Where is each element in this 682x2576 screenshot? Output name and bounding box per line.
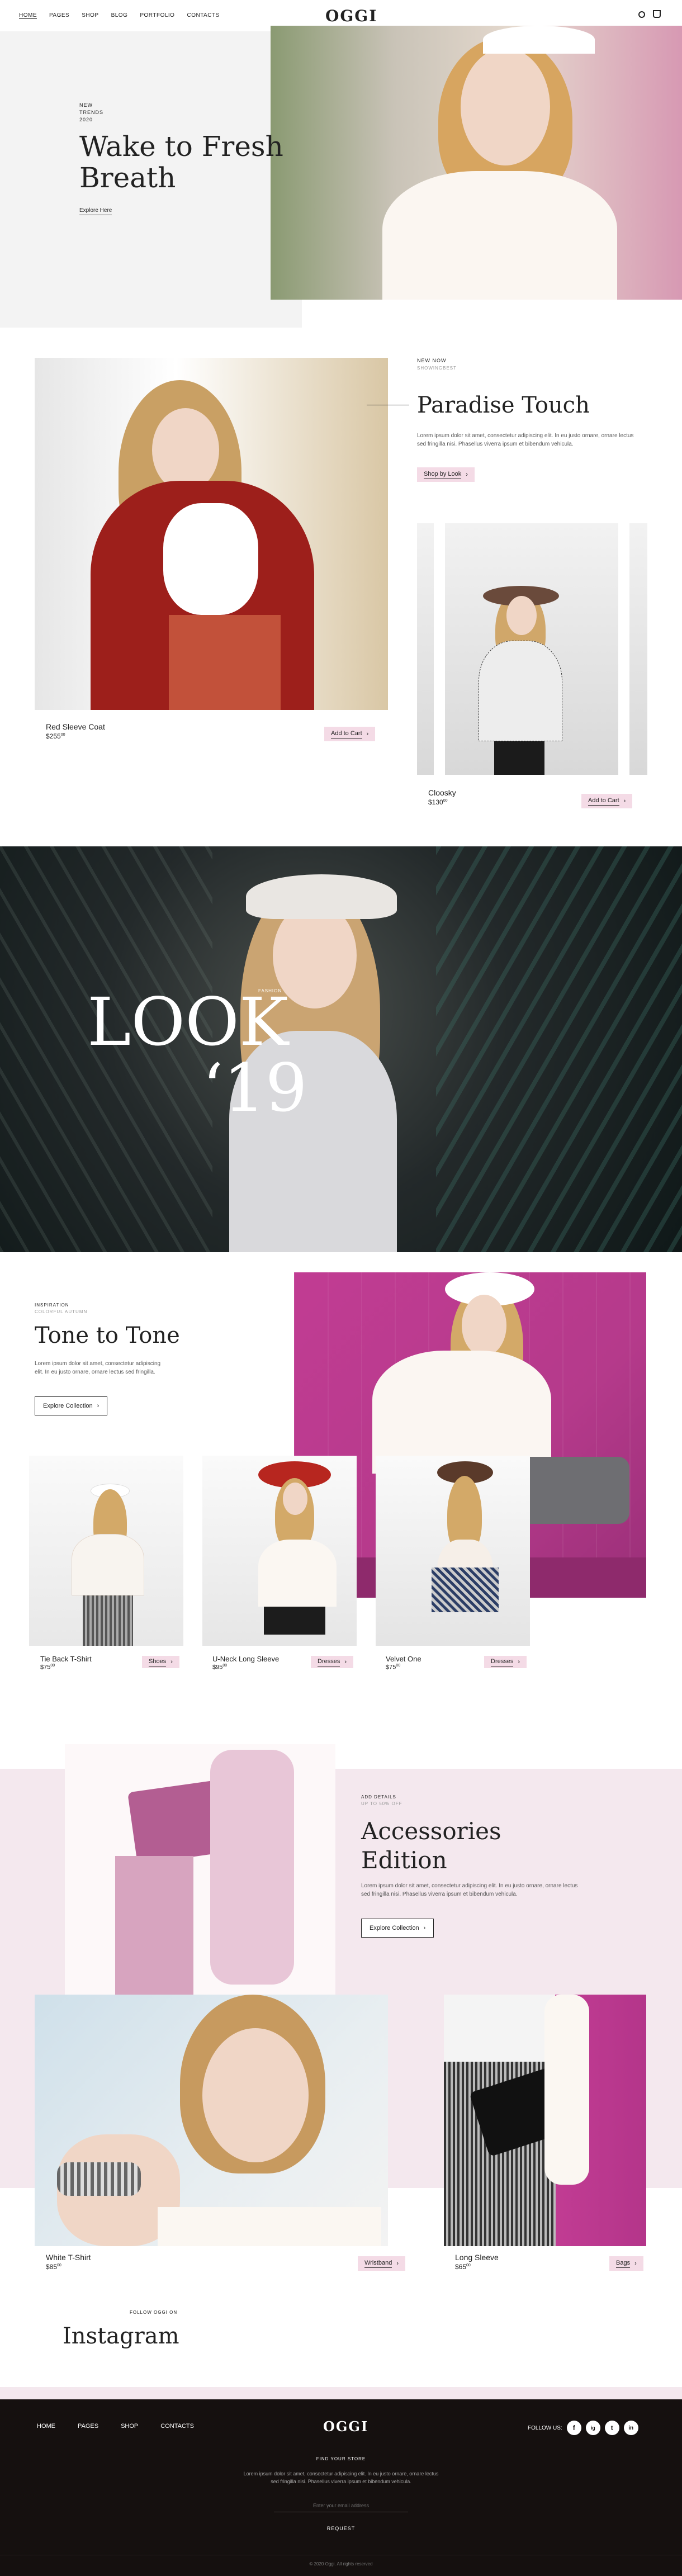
accessories-feature-image [65,1744,335,1997]
accessories-eyebrow: ADD DETAILS [361,1794,396,1800]
banner-title: LOOK [87,983,288,1060]
category-button[interactable]: Dresses › [484,1656,527,1668]
product-price: $8500 [46,2263,61,2271]
facebook-icon[interactable]: f [566,2421,581,2435]
product-price: $13000 [428,798,448,806]
product-price: $7500 [40,1664,55,1671]
product-name: Red Sleeve Coat [46,722,105,731]
arrow-right-icon: › [518,1659,520,1665]
explore-collection-button[interactable]: Explore Collection › [35,1396,108,1415]
footer: HOME PAGES SHOP CONTACTS OGGI FOLLOW US:… [0,2387,682,2576]
product-name: Cloosky [428,788,456,797]
tone-section: INSPIRATION COLORFUL AUTUMN Tone to Tone… [0,1272,682,1697]
paradise-subtitle: SHOWINGBEST [417,366,457,371]
arrow-right-icon: › [366,731,369,737]
product-price: $7500 [386,1664,401,1671]
instagram-icon[interactable]: ig [585,2421,600,2435]
nav-pages[interactable]: PAGES [49,12,69,19]
nav-shop[interactable]: SHOP [82,12,98,19]
instagram-eyebrow: FOLLOW OGGI ON [130,2310,178,2315]
footer-nav-pages[interactable]: PAGES [78,2423,98,2430]
paradise-eyebrow: NEW NOW [417,358,447,363]
search-icon[interactable] [638,11,645,18]
cart-icon[interactable] [653,10,661,18]
arrow-right-icon: › [97,1403,100,1409]
nav-portfolio[interactable]: PORTFOLIO [140,12,174,19]
linkedin-icon[interactable]: in [623,2421,638,2435]
category-button[interactable]: Bags › [609,2256,643,2271]
product-name: U-Neck Long Sleeve [212,1655,280,1663]
paradise-text: Lorem ipsum dolor sit amet, consectetur … [417,433,634,447]
arrow-right-icon: › [396,2260,399,2267]
tone-title: Tone to Tone [35,1323,180,1348]
tone-subtitle: COLORFUL AUTUMN [35,1309,88,1314]
product-image-velvet [376,1456,530,1646]
find-store-title: FIND YOUR STORE [316,2456,366,2461]
product-image-white-tshirt [35,1995,388,2246]
footer-nav-home[interactable]: HOME [37,2423,55,2430]
footer-nav-shop[interactable]: SHOP [121,2423,138,2430]
product-image-long-sleeve [444,1995,646,2246]
footer-nav-contacts[interactable]: CONTACTS [160,2423,194,2430]
product-price: $6500 [455,2263,471,2271]
footer-nav: HOME PAGES SHOP CONTACTS [37,2423,216,2430]
product-price: $9500 [212,1664,228,1671]
nav-contacts[interactable]: CONTACTS [187,12,219,19]
add-to-cart-button[interactable]: Add to Cart › [324,727,376,741]
twitter-icon[interactable]: t [604,2421,619,2435]
footer-logo[interactable]: OGGI [323,2418,368,2435]
follow-label: FOLLOW US: [528,2425,562,2431]
hero-explore-link[interactable]: Explore Here [79,207,112,215]
accessories-subtitle: UP TO 50% OFF [361,1801,402,1806]
explore-collection-button[interactable]: Explore Collection › [361,1919,434,1938]
arrow-right-icon: › [466,471,468,478]
product-image-tie-back [29,1456,183,1646]
instagram-title: Instagram [63,2323,179,2349]
tone-eyebrow: INSPIRATION [35,1303,69,1308]
paradise-title: Paradise Touch [417,392,590,418]
product-name: Long Sleeve [455,2253,499,2262]
arrow-right-icon: › [423,1925,426,1931]
product-image-red-coat [35,358,388,710]
accessories-text: Lorem ipsum dolor sit amet, consectetur … [361,1883,578,1897]
shop-by-look-button[interactable]: Shop by Look › [417,467,475,482]
product-name: Tie Back T-Shirt [40,1655,92,1663]
arrow-right-icon: › [344,1659,347,1665]
tone-text: Lorem ipsum dolor sit amet, consectetur … [35,1361,161,1375]
arrow-right-icon: › [623,798,626,804]
product-image-cloosky [417,523,647,775]
category-button[interactable]: Dresses › [311,1656,354,1668]
hero-eyebrow: NEW TRENDS 2020 [79,102,104,122]
main-nav: HOME PAGES SHOP BLOG PORTFOLIO CONTACTS [19,12,232,19]
category-button[interactable]: Shoes › [142,1656,179,1668]
accessories-title: Accessories Edition [361,1817,501,1874]
product-name: White T-Shirt [46,2253,91,2262]
nav-home[interactable]: HOME [19,12,37,19]
hero: NEW TRENDS 2020 Wake to Fresh Breath Exp… [0,26,682,328]
arrow-right-icon: › [634,2260,637,2267]
find-store-text: Lorem ipsum dolor sit amet, consectetur … [243,2471,439,2484]
copyright: © 2020 Oggi. All rights reserved [309,2561,373,2566]
accessories-section: ADD DETAILS UP TO 50% OFF Accessories Ed… [0,1744,682,2303]
add-to-cart-button[interactable]: Add to Cart › [581,794,633,808]
logo[interactable]: OGGI [325,7,377,25]
hero-title: Wake to Fresh Breath [79,130,283,194]
hero-image [271,26,682,300]
product-image-u-neck [202,1456,357,1646]
product-name: Velvet One [386,1655,421,1663]
paradise-section: Red Sleeve Coat $25500 Add to Cart › NEW … [0,358,682,822]
arrow-right-icon: › [170,1659,173,1665]
look-banner: FASHION LOOK ‘19 [0,846,682,1252]
request-button[interactable]: REQUEST [0,2526,682,2531]
email-field[interactable] [274,2499,408,2512]
product-price: $25500 [46,732,65,740]
category-button[interactable]: Wristband › [358,2256,405,2271]
banner-year: ‘19 [202,1049,307,1126]
nav-blog[interactable]: BLOG [111,12,128,19]
footer-follow: FOLLOW US: f ig t in [528,2421,638,2435]
